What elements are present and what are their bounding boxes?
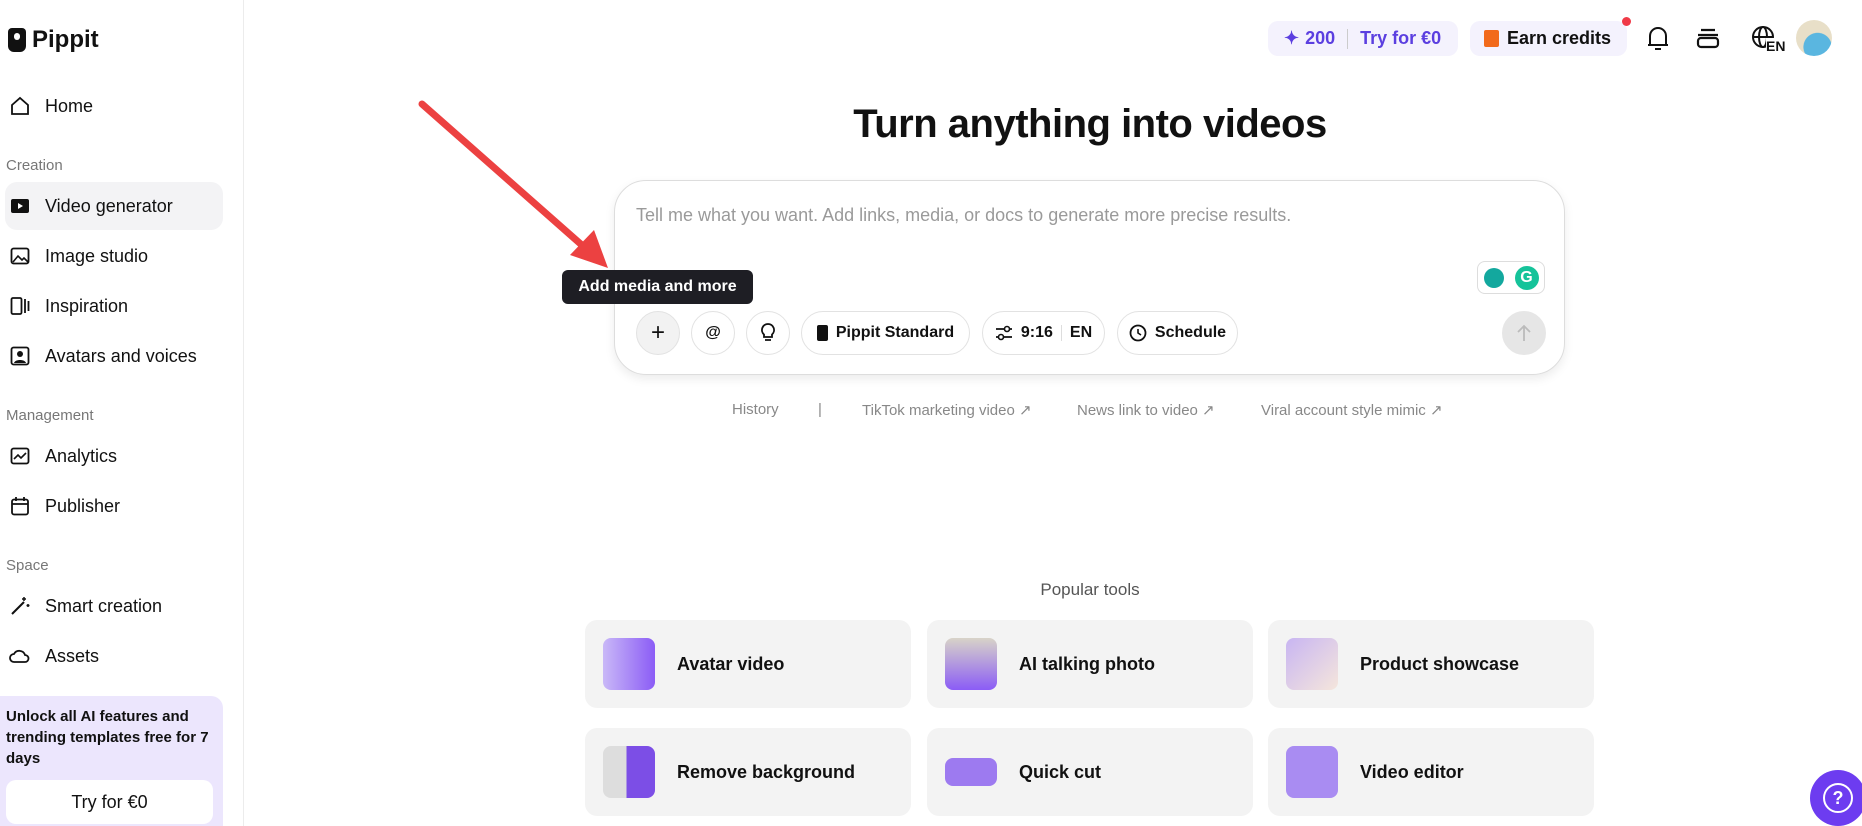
tool-card-video-editor[interactable]: Video editor	[1268, 728, 1594, 816]
viral-account-mimic-link[interactable]: Viral account style mimic ↗	[1261, 401, 1443, 419]
quick-cut-thumbnail	[945, 758, 997, 786]
tool-label: AI talking photo	[1019, 653, 1155, 674]
tool-card-product-showcase[interactable]: Product showcase	[1268, 620, 1594, 708]
tool-label: Video editor	[1360, 761, 1464, 782]
tool-label: Avatar video	[677, 653, 785, 674]
help-button[interactable]: ?	[1810, 770, 1862, 826]
remove-background-thumbnail	[603, 746, 655, 798]
tool-label: Quick cut	[1019, 761, 1102, 782]
talking-photo-thumbnail	[945, 638, 997, 690]
tool-card-remove-background[interactable]: Remove background	[585, 728, 911, 816]
tool-card-avatar-video[interactable]: Avatar video	[585, 620, 911, 708]
news-link-to-video-link[interactable]: News link to video ↗	[1077, 401, 1215, 419]
video-editor-thumbnail	[1286, 746, 1338, 798]
tool-card-quick-cut[interactable]: Quick cut	[927, 728, 1253, 816]
tool-label: Product showcase	[1360, 653, 1520, 674]
tool-card-ai-talking-photo[interactable]: AI talking photo	[927, 620, 1253, 708]
avatar-video-thumbnail	[603, 638, 655, 690]
product-showcase-thumbnail	[1286, 638, 1338, 690]
popular-tools-title: Popular tools	[1040, 580, 1140, 599]
question-icon: ?	[1823, 783, 1853, 813]
history-link[interactable]: History	[732, 401, 779, 418]
link-separator: |	[818, 401, 822, 418]
tool-label: Remove background	[677, 761, 856, 782]
tiktok-marketing-link[interactable]: TikTok marketing video ↗	[862, 401, 1032, 419]
